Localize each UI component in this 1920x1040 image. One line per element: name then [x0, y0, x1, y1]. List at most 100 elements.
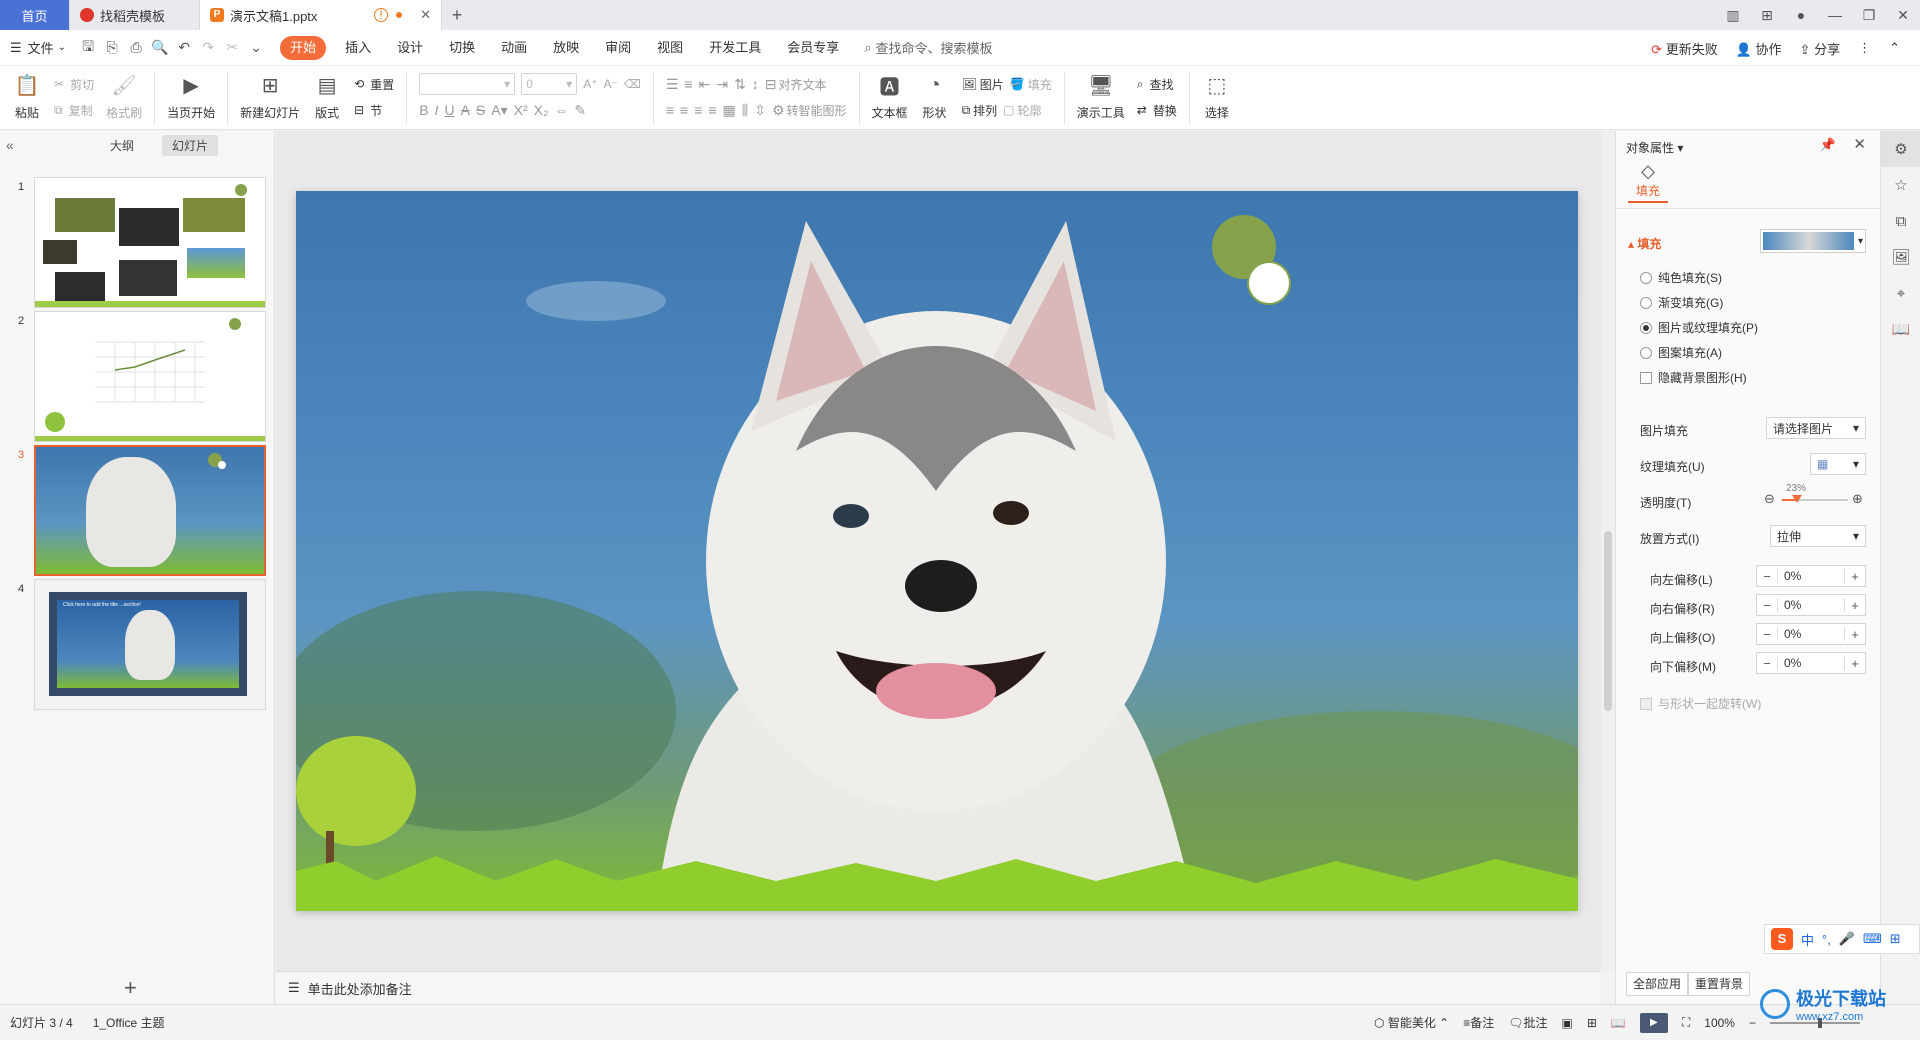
- offset-up-stepper[interactable]: −0% +: [1756, 623, 1866, 645]
- redo-icon[interactable]: ↷: [196, 39, 220, 56]
- shrink-font-icon[interactable]: A⁻: [604, 77, 618, 91]
- italic-icon[interactable]: I: [435, 102, 439, 118]
- offset-right-value[interactable]: 0%: [1777, 598, 1845, 612]
- transparency-slider[interactable]: ⊖ 23% ⊕: [1764, 483, 1870, 507]
- font-color-icon[interactable]: A▾: [491, 102, 507, 119]
- apply-all-button[interactable]: 全部应用: [1626, 972, 1689, 996]
- book-icon[interactable]: 📖: [1881, 311, 1920, 347]
- fit-window-icon[interactable]: ⛶: [1682, 1015, 1690, 1030]
- keyboard-icon[interactable]: ⌨: [1863, 931, 1882, 947]
- align-right-icon[interactable]: ≡: [694, 102, 702, 118]
- replace-button[interactable]: ⇄ 替换: [1137, 100, 1177, 120]
- layout-icon[interactable]: ▥: [1716, 7, 1750, 24]
- slider-track[interactable]: [1782, 495, 1848, 503]
- fill-button[interactable]: 🪣 填充: [1010, 74, 1052, 94]
- menu-review[interactable]: 审阅: [592, 36, 644, 60]
- sogou-logo-icon[interactable]: S: [1771, 928, 1793, 950]
- comments-button[interactable]: 🗨批注: [1508, 1014, 1547, 1031]
- beautify-button[interactable]: ⬡ 智能美化 ⌃: [1374, 1014, 1449, 1031]
- menu-developer[interactable]: 开发工具: [696, 36, 774, 60]
- checkbox[interactable]: [1640, 697, 1652, 710]
- plus-icon[interactable]: +: [1845, 569, 1865, 584]
- menu-home[interactable]: 开始: [280, 35, 327, 60]
- update-status[interactable]: ⟳ 更新失败: [1651, 39, 1718, 58]
- panel-title[interactable]: 对象属性 ▾: [1626, 139, 1683, 156]
- section-button[interactable]: ⊟ 节: [354, 100, 394, 120]
- offset-right-stepper[interactable]: −0% +: [1756, 594, 1866, 616]
- more-icon[interactable]: ⋮: [1858, 40, 1871, 56]
- offset-left-stepper[interactable]: −0% +: [1756, 565, 1866, 587]
- radio[interactable]: [1640, 271, 1652, 284]
- export-pdf-icon[interactable]: ⎘: [100, 39, 124, 56]
- play-from-current-button[interactable]: ▶ 当页开始: [161, 70, 221, 121]
- punctuation-icon[interactable]: °,: [1822, 932, 1831, 947]
- option-gradient-fill[interactable]: 渐变填充(G): [1640, 294, 1723, 311]
- superscript-icon[interactable]: X²: [514, 102, 528, 118]
- collapse-ribbon-icon[interactable]: ⌃: [1889, 40, 1900, 56]
- menu-transition[interactable]: 切换: [436, 36, 488, 60]
- radio[interactable]: [1640, 296, 1652, 309]
- undo-icon[interactable]: ↶: [172, 39, 196, 56]
- slide-thumbnail-3[interactable]: 3: [0, 445, 275, 579]
- slide-thumbnail-4[interactable]: 4 Click here to add the title ...section…: [0, 579, 275, 713]
- tab-document[interactable]: P 演示文稿1.pptx ! ✕: [200, 0, 442, 30]
- normal-view-icon[interactable]: ▣: [1562, 1016, 1573, 1030]
- print-preview-icon[interactable]: 🔍: [148, 39, 172, 56]
- warning-icon[interactable]: !: [374, 8, 389, 22]
- menu-member[interactable]: 会员专享: [774, 36, 852, 60]
- underline-icon[interactable]: U: [444, 102, 454, 118]
- save-icon[interactable]: 🖫: [76, 36, 100, 60]
- add-slide-button[interactable]: +: [124, 975, 137, 1001]
- cut-button[interactable]: ✂ 剪切: [54, 74, 94, 94]
- white-circle-shape[interactable]: [1247, 261, 1291, 305]
- menu-view[interactable]: 视图: [644, 36, 696, 60]
- para-spacing-icon[interactable]: ⇳: [754, 102, 766, 119]
- collapse-panel-icon[interactable]: «: [6, 137, 22, 153]
- shadow-icon[interactable]: S: [476, 102, 485, 118]
- radio[interactable]: [1640, 346, 1652, 359]
- font-size-select[interactable]: 0 ▾: [521, 73, 578, 95]
- tab-home[interactable]: 首页: [0, 0, 70, 30]
- close-window-icon[interactable]: ✕: [1886, 7, 1920, 24]
- menu-insert[interactable]: 插入: [332, 36, 384, 60]
- columns-icon[interactable]: ⫼: [742, 102, 748, 119]
- paste-button[interactable]: 📋 粘贴: [0, 70, 48, 121]
- align-left-icon[interactable]: ≡: [666, 102, 674, 118]
- grow-font-icon[interactable]: A⁺: [583, 77, 597, 91]
- command-search[interactable]: ⌕ 查找命令、搜索模板: [864, 38, 992, 57]
- collab-button[interactable]: 👤 协作: [1736, 39, 1782, 58]
- grid-icon[interactable]: ⊞: [1750, 7, 1784, 24]
- align-text-button[interactable]: ⊟ 对齐文本: [765, 74, 827, 94]
- close-tab-icon[interactable]: ✕: [420, 7, 431, 23]
- picture-fill-select[interactable]: 请选择图片 ▾: [1766, 417, 1866, 439]
- new-slide-button[interactable]: ⊞ 新建幻灯片: [234, 70, 306, 121]
- texture-fill-select[interactable]: ▦ ▾: [1810, 453, 1866, 475]
- minimize-icon[interactable]: —: [1818, 7, 1852, 23]
- option-picture-fill[interactable]: 图片或纹理填充(P): [1640, 319, 1758, 336]
- font-name-select[interactable]: ▾: [419, 73, 516, 95]
- outline-button[interactable]: ▢ 轮廓: [1003, 100, 1041, 120]
- checkbox[interactable]: [1640, 371, 1652, 384]
- restore-icon[interactable]: ❐: [1852, 7, 1886, 24]
- to-smart-art-button[interactable]: ⚙ 转智能图形: [772, 100, 847, 120]
- offset-down-value[interactable]: 0%: [1777, 656, 1845, 670]
- tab-slides[interactable]: 幻灯片: [162, 134, 219, 156]
- picture-button[interactable]: 🖼 图片: [962, 74, 1004, 94]
- slide-thumbnail-1[interactable]: 1: [0, 177, 275, 311]
- print-icon[interactable]: ⎙: [124, 39, 148, 56]
- char-spacing-icon[interactable]: ⇔: [554, 102, 568, 118]
- radio[interactable]: [1640, 321, 1652, 334]
- align-center-icon[interactable]: ≡: [680, 102, 688, 118]
- close-icon[interactable]: ✕: [1853, 135, 1866, 153]
- plus-icon[interactable]: +: [1845, 598, 1865, 613]
- plus-icon[interactable]: +: [1845, 627, 1865, 642]
- rotate-with-shape-checkbox[interactable]: 与形状一起旋转(W): [1640, 695, 1761, 712]
- format-painter-button[interactable]: 🖌 格式刷: [100, 70, 148, 121]
- menu-design[interactable]: 设计: [384, 36, 436, 60]
- zoom-out-icon[interactable]: −: [1749, 1016, 1756, 1030]
- tab-templates[interactable]: 找稻壳模板: [70, 0, 200, 30]
- presenter-tools-button[interactable]: 🖥 演示工具: [1071, 70, 1131, 121]
- offset-up-value[interactable]: 0%: [1777, 627, 1845, 641]
- subscript-icon[interactable]: X₂: [534, 102, 549, 118]
- find-button[interactable]: ⌕ 查找: [1137, 74, 1177, 94]
